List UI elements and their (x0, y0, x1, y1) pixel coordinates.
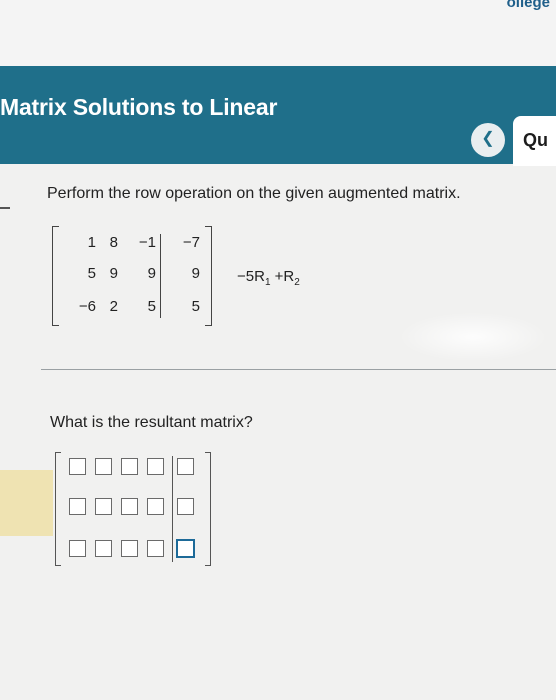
chevron-left-icon: ❮ (481, 130, 495, 147)
matrix-cell: 9 (191, 265, 200, 282)
question-tab[interactable]: Qu (513, 116, 556, 166)
answer-input-r3c1[interactable] (69, 540, 86, 557)
operation-subscript: 2 (294, 277, 300, 288)
matrix-cell: 5 (147, 298, 156, 315)
problem-prompt: Perform the row operation on the given a… (47, 185, 461, 202)
brand-text: ollege (506, 0, 550, 11)
answer-input-r3c2[interactable] (95, 540, 112, 557)
matrix-cell: −7 (182, 234, 200, 251)
augmented-matrix: 1 8 −1 −7 5 9 9 9 −6 2 5 5 (52, 226, 212, 326)
top-bar: ollege (0, 0, 556, 66)
answer-input-r1c5[interactable] (177, 458, 194, 475)
row-operation: −5R1 +R2 (237, 268, 300, 288)
matrix-cell: 9 (147, 265, 156, 282)
screen-glare (398, 312, 548, 362)
answer-input-r2c3[interactable] (121, 498, 138, 515)
answer-input-r1c2[interactable] (95, 458, 112, 475)
left-edge-mark (0, 207, 10, 209)
matrix-cell: 5 (191, 298, 200, 315)
page-title: Matrix Solutions to Linear (0, 94, 278, 120)
section-divider (41, 369, 556, 370)
matrix-cell: −1 (138, 234, 156, 251)
previous-button[interactable]: ❮ (471, 123, 505, 157)
operation-part: +R (270, 268, 295, 285)
answer-input-r3c5-focused[interactable] (176, 539, 195, 558)
matrix-cell: 9 (109, 265, 118, 282)
operation-part: −5R (237, 268, 265, 285)
answer-input-r1c4[interactable] (147, 458, 164, 475)
assignment-header: Matrix Solutions to Linear (0, 66, 556, 164)
matrix-bracket-right (205, 226, 212, 326)
answer-input-r2c1[interactable] (69, 498, 86, 515)
matrix-cell: 2 (109, 298, 118, 315)
question-tab-label: Qu (523, 130, 548, 150)
answer-input-r2c2[interactable] (95, 498, 112, 515)
answer-matrix (55, 452, 211, 566)
augment-line (160, 234, 161, 318)
answer-input-r3c3[interactable] (121, 540, 138, 557)
answer-bracket-right (205, 452, 211, 566)
answer-input-r2c4[interactable] (147, 498, 164, 515)
answer-input-r3c4[interactable] (147, 540, 164, 557)
answer-augment-line (172, 456, 173, 562)
answer-input-r2c5[interactable] (177, 498, 194, 515)
answer-input-r1c1[interactable] (69, 458, 86, 475)
answer-input-r1c3[interactable] (121, 458, 138, 475)
matrix-cell: 8 (109, 234, 118, 251)
answer-bracket-left (55, 452, 61, 566)
question-text: What is the resultant matrix? (50, 414, 253, 431)
left-highlight (0, 470, 53, 536)
matrix-bracket-left (52, 226, 59, 326)
